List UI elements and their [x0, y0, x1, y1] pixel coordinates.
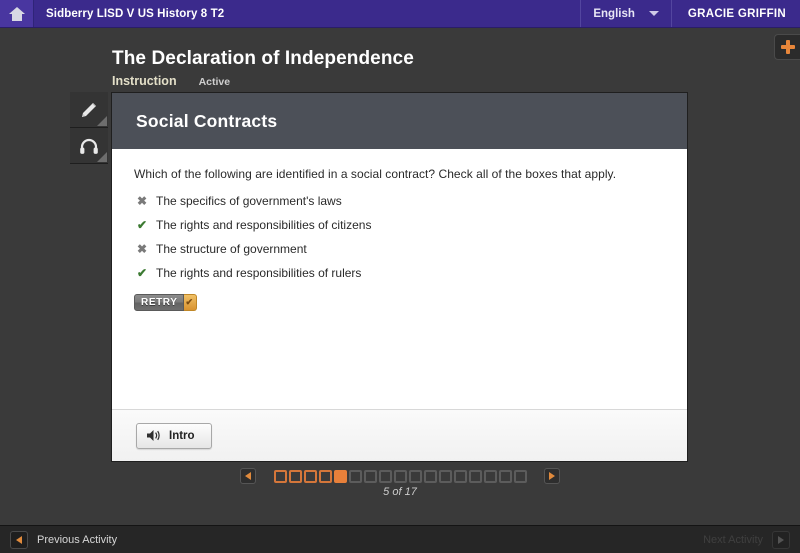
intro-audio-button[interactable]: Intro: [136, 422, 212, 449]
arrow-left-icon: [16, 535, 22, 544]
tab-instruction[interactable]: Instruction: [112, 74, 177, 88]
content-card: Social Contracts Which of the following …: [111, 92, 688, 462]
step-dot[interactable]: [423, 469, 437, 483]
step-dot[interactable]: [348, 469, 362, 483]
next-activity-label: Next Activity: [703, 533, 763, 546]
answer-label: The specifics of government's laws: [156, 194, 342, 208]
card-footer: Intro: [112, 409, 687, 461]
step-dot[interactable]: [438, 469, 452, 483]
chevron-down-icon: [648, 11, 659, 16]
next-activity-icon-box: [772, 530, 790, 549]
question-text: Which of the following are identified in…: [134, 167, 617, 181]
answer-option[interactable]: ✔ The rights and responsibilities of cit…: [134, 218, 665, 232]
cross-icon: ✖: [137, 242, 148, 256]
highlighter-tool[interactable]: [70, 92, 108, 128]
answer-option[interactable]: ✖ The structure of government: [134, 242, 665, 256]
subtab-bar: Instruction Active: [112, 74, 230, 88]
card-header: Social Contracts: [112, 93, 687, 149]
step-dot[interactable]: [333, 469, 347, 483]
step-dot[interactable]: [303, 469, 317, 483]
step-dot[interactable]: [363, 469, 377, 483]
step-dot[interactable]: [513, 469, 527, 483]
page-title: The Declaration of Independence: [112, 48, 414, 69]
check-icon: ✔: [137, 218, 148, 232]
audio-tool[interactable]: [70, 128, 108, 164]
arrow-left-icon: [245, 472, 251, 480]
check-icon: ✔: [137, 266, 148, 280]
previous-activity-label: Previous Activity: [37, 533, 118, 546]
step-dot[interactable]: [318, 469, 332, 483]
user-name[interactable]: GRACIE GRIFFIN: [670, 0, 800, 27]
retry-check-icon: ✔: [183, 294, 198, 311]
answer-label: The structure of government: [156, 242, 307, 256]
card-body: Which of the following are identified in…: [112, 149, 687, 409]
card-title: Social Contracts: [136, 110, 278, 131]
step-dot[interactable]: [393, 469, 407, 483]
answer-option[interactable]: ✔ The rights and responsibilities of rul…: [134, 266, 665, 280]
plus-icon: [780, 40, 795, 54]
step-dot[interactable]: [453, 469, 467, 483]
step-dot[interactable]: [378, 469, 392, 483]
pencil-icon: [82, 102, 96, 117]
step-dot[interactable]: [468, 469, 482, 483]
intro-button-label: Intro: [169, 429, 195, 442]
page-counter: 5 of 17: [383, 486, 417, 498]
step-dot[interactable]: [408, 469, 422, 483]
home-button[interactable]: [0, 0, 34, 27]
tab-active[interactable]: Active: [199, 76, 231, 88]
step-dot[interactable]: [288, 469, 302, 483]
retry-badge[interactable]: RETRY ✔: [134, 294, 198, 311]
bottom-bar: Previous Activity Next Activity: [0, 525, 800, 553]
step-dot[interactable]: [498, 469, 512, 483]
cross-icon: ✖: [137, 194, 148, 208]
arrow-right-icon: [549, 472, 555, 480]
speaker-icon: [147, 430, 160, 441]
pager-prev-button[interactable]: [240, 468, 256, 484]
answer-label: The rights and responsibilities of ruler…: [156, 266, 362, 280]
next-activity-button: Next Activity: [703, 530, 790, 549]
home-icon: [8, 6, 25, 21]
step-pager: [240, 466, 560, 486]
retry-label: RETRY: [134, 294, 184, 311]
arrow-right-icon: [778, 535, 784, 544]
tool-rail: [70, 92, 108, 164]
answer-option[interactable]: ✖ The specifics of government's laws: [134, 194, 665, 208]
pager-next-button[interactable]: [544, 468, 560, 484]
step-dots: [273, 469, 527, 483]
language-selector[interactable]: English: [580, 0, 671, 27]
step-dot[interactable]: [483, 469, 497, 483]
headphones-icon: [80, 138, 98, 154]
top-bar: Sidberry LISD V US History 8 T2 English …: [0, 0, 800, 28]
language-label: English: [593, 7, 635, 20]
add-panel-tab[interactable]: [774, 34, 800, 60]
answer-label: The rights and responsibilities of citiz…: [156, 218, 372, 232]
previous-activity-button[interactable]: Previous Activity: [10, 530, 118, 549]
step-dot[interactable]: [273, 469, 287, 483]
course-title: Sidberry LISD V US History 8 T2: [46, 7, 225, 20]
previous-activity-icon-box: [10, 530, 28, 549]
